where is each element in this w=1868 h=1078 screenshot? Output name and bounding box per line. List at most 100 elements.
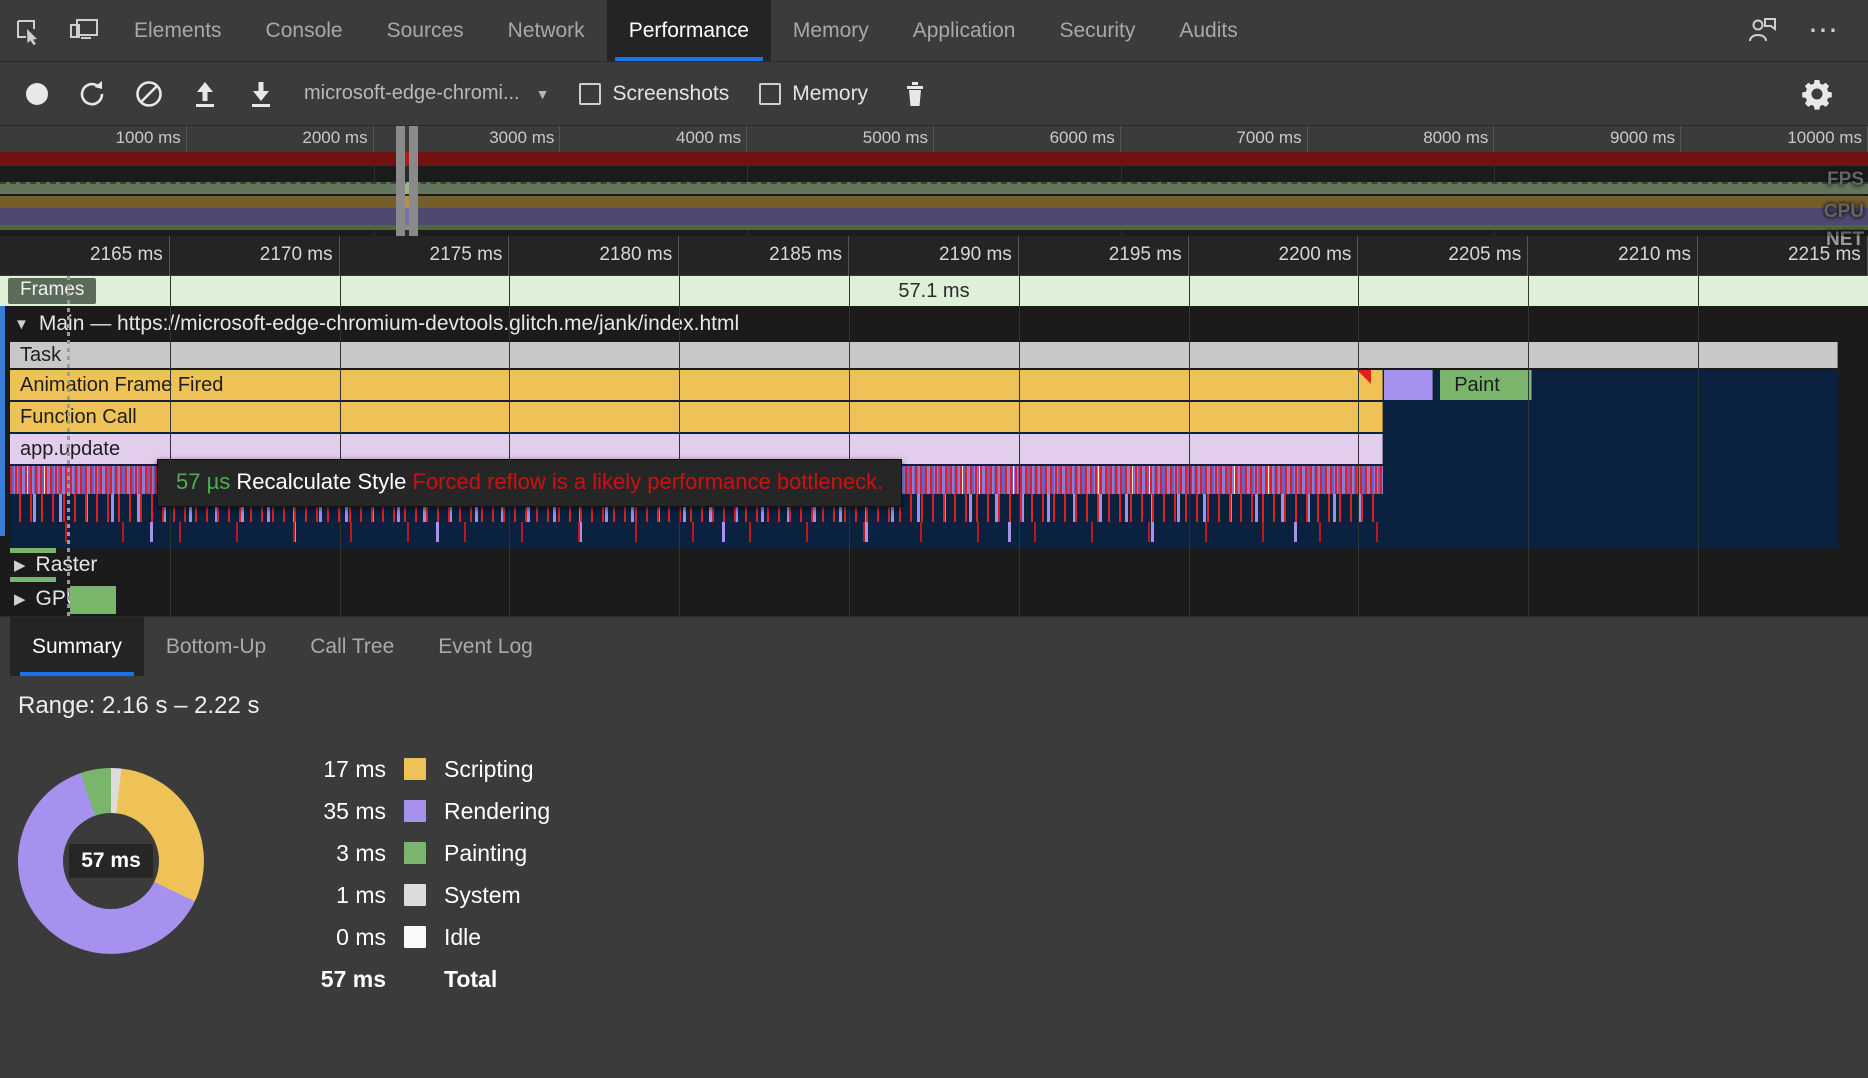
overview-tick-label: 4000 ms (676, 128, 741, 148)
overview-dim-left (0, 152, 396, 236)
tab-bottom-up[interactable]: Bottom-Up (144, 617, 288, 676)
timeline-overview[interactable]: 1000 ms 2000 ms 3000 ms 4000 ms 5000 ms … (0, 126, 1868, 236)
detail-tick-label: 2175 ms (430, 244, 503, 266)
screenshots-checkbox[interactable]: Screenshots (579, 82, 729, 106)
tab-label: Summary (32, 635, 122, 659)
flame-bar-function-call[interactable]: Function Call (10, 402, 1383, 432)
donut-center-label: 57 ms (69, 844, 153, 878)
more-options-icon[interactable]: ⋯ (1794, 22, 1854, 40)
legend-value: 3 ms (300, 840, 386, 867)
memory-checkbox[interactable]: Memory (759, 82, 868, 106)
performance-toolbar: microsoft-edge-chromi... ▼ Screenshots M… (0, 62, 1868, 126)
legend-value: 35 ms (300, 798, 386, 825)
flame-bar-label: Task (20, 344, 61, 367)
flame-bar-label: Animation Frame Fired (20, 374, 223, 397)
chevron-right-icon: ▶ (14, 556, 26, 574)
tab-label: Security (1059, 19, 1135, 43)
overview-tick-label: 9000 ms (1610, 128, 1675, 148)
flame-bar-animation-frame-fired[interactable]: Animation Frame Fired (10, 370, 1383, 400)
legend-value: 1 ms (300, 882, 386, 909)
overview-tick-label: 8000 ms (1423, 128, 1488, 148)
main-track-header[interactable]: ▼ Main — https://microsoft-edge-chromium… (0, 306, 1868, 342)
tab-label: Application (913, 19, 1016, 43)
legend-swatch (404, 926, 426, 948)
tab-label: Event Log (438, 635, 533, 659)
tab-application[interactable]: Application (891, 0, 1038, 61)
target-select[interactable]: microsoft-edge-chromi... ▼ (304, 82, 549, 105)
overview-selection-handle-left[interactable] (396, 126, 405, 236)
tab-label: Audits (1179, 19, 1237, 43)
legend-value: 0 ms (300, 924, 386, 951)
range-label: Range: 2.16 s – 2.22 s (18, 692, 260, 720)
detail-tick-label: 2165 ms (90, 244, 163, 266)
flame-dense-events-row-3[interactable] (10, 522, 1383, 542)
donut-hole: 57 ms (63, 813, 159, 909)
tab-event-log[interactable]: Event Log (416, 617, 555, 676)
tab-memory[interactable]: Memory (771, 0, 891, 61)
tab-label: Elements (134, 19, 222, 43)
main-track-accent (0, 306, 5, 536)
record-button[interactable] (12, 69, 62, 119)
tab-sources[interactable]: Sources (365, 0, 486, 61)
clear-button[interactable] (124, 69, 174, 119)
tab-label: Sources (387, 19, 464, 43)
legend-row: 3 msPainting (300, 832, 550, 874)
flame-bar-paint[interactable]: Paint (1440, 370, 1532, 400)
flame-bar-label: Paint (1454, 374, 1500, 397)
legend-label: Rendering (444, 798, 550, 825)
legend-label: Scripting (444, 756, 533, 783)
tab-audits[interactable]: Audits (1157, 0, 1259, 61)
device-toolbar-icon[interactable] (56, 0, 112, 61)
flame-chart[interactable]: Frames 57.1 ms ▼ Main — https://microsof… (0, 276, 1868, 616)
legend-row-total: 57 msTotal (300, 958, 550, 1000)
reload-and-record-button[interactable] (68, 69, 118, 119)
flame-bar-label: Function Call (20, 406, 137, 429)
tab-label: Network (508, 19, 585, 43)
overview-selection-handle-right[interactable] (409, 126, 418, 236)
frames-track[interactable]: Frames 57.1 ms (0, 276, 1868, 306)
gear-icon[interactable] (1792, 69, 1842, 119)
tooltip-warning: Forced reflow is a likely performance bo… (413, 469, 884, 494)
tabbar-right-group: ⋯ (1734, 0, 1868, 61)
tab-label: Call Tree (310, 635, 394, 659)
tab-call-tree[interactable]: Call Tree (288, 617, 416, 676)
tab-network[interactable]: Network (486, 0, 607, 61)
screenshots-label: Screenshots (612, 82, 729, 106)
load-profile-icon[interactable] (180, 69, 230, 119)
detail-tick-label: 2180 ms (599, 244, 672, 266)
tooltip-title: Recalculate Style (236, 469, 406, 494)
detail-tick-label: 2195 ms (1109, 244, 1182, 266)
tab-performance[interactable]: Performance (607, 0, 771, 61)
tab-label: Bottom-Up (166, 635, 266, 659)
tab-label: Console (266, 19, 343, 43)
overview-dim-right (418, 152, 1868, 236)
tab-console[interactable]: Console (244, 0, 365, 61)
chevron-down-icon: ▼ (536, 86, 550, 102)
event-tooltip: 57 µs Recalculate Style Forced reflow is… (157, 459, 902, 507)
devtools-window: Elements Console Sources Network Perform… (0, 0, 1868, 1078)
target-label: microsoft-edge-chromi... (304, 82, 520, 105)
overview-tick-label: 3000 ms (489, 128, 554, 148)
devtools-tabbar: Elements Console Sources Network Perform… (0, 0, 1868, 62)
gpu-track[interactable]: ▶ GPU (0, 582, 1868, 616)
collect-garbage-icon[interactable] (890, 69, 940, 119)
overview-tick-label: 5000 ms (863, 128, 928, 148)
chevron-down-icon: ▼ (14, 316, 29, 333)
flame-bar-task[interactable]: Task (10, 342, 1838, 368)
tab-summary[interactable]: Summary (10, 617, 144, 676)
legend-swatch (404, 800, 426, 822)
detail-timeline-ruler: 2165 ms 2170 ms 2175 ms 2180 ms 2185 ms … (0, 236, 1868, 276)
timeline-cursor (67, 276, 70, 616)
flame-bar-rendering[interactable] (1384, 370, 1433, 400)
detail-tick-label: 2205 ms (1448, 244, 1521, 266)
inspect-element-icon[interactable] (0, 0, 56, 61)
raster-track[interactable]: ▶ Raster (0, 548, 1868, 582)
tab-security[interactable]: Security (1037, 0, 1157, 61)
detail-tick-label: 2185 ms (769, 244, 842, 266)
account-icon[interactable] (1734, 16, 1790, 46)
tab-elements[interactable]: Elements (112, 0, 244, 61)
detail-tick-label: 2190 ms (939, 244, 1012, 266)
checkbox-box (579, 83, 601, 105)
overview-tick-label: 1000 ms (116, 128, 181, 148)
save-profile-icon[interactable] (236, 69, 286, 119)
